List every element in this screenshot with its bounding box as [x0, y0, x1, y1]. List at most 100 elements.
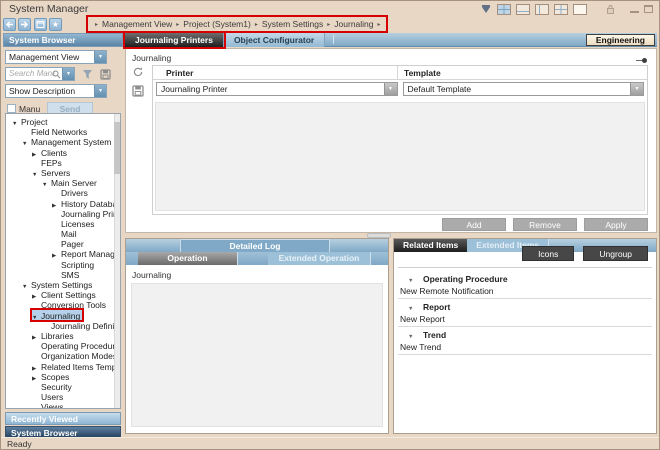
layout-single-icon[interactable]	[573, 4, 587, 15]
breadcrumb-item-project-system1-[interactable]: Project (System1)	[183, 19, 251, 29]
detailed-log-tabbar: Detailed Log	[126, 239, 388, 252]
breadcrumb-arrow-icon: ▸	[378, 21, 381, 28]
tree-item-organization-modes[interactable]: Organization Modes	[6, 350, 113, 360]
tree-item-main-server[interactable]: ▼Main Server	[6, 177, 113, 187]
tree-item-report-manager[interactable]: ▶Report Manager	[6, 248, 113, 258]
filter-icon[interactable]	[82, 69, 93, 80]
add-button[interactable]: Add	[442, 218, 506, 231]
back-button[interactable]	[3, 18, 16, 31]
layout-split-horizontal-icon[interactable]	[516, 4, 530, 15]
maximize-button[interactable]	[644, 5, 653, 13]
dock-icon[interactable]	[480, 4, 492, 15]
section-label: Journaling	[132, 53, 171, 63]
chevron-down-icon[interactable]: ▼	[62, 68, 74, 80]
template-select[interactable]: Default Template ▼	[403, 82, 645, 96]
history-button[interactable]	[34, 18, 47, 31]
tree-item-licenses[interactable]: Licenses	[6, 218, 113, 228]
printer-select[interactable]: Journaling Printer ▼	[156, 82, 398, 96]
tree-item-operating-procedures[interactable]: Operating Procedures	[6, 340, 113, 350]
layout-quad-icon[interactable]	[554, 4, 568, 15]
refresh-icon[interactable]	[132, 66, 144, 78]
scrollbar-thumb[interactable]	[114, 122, 120, 174]
minimize-button[interactable]	[630, 5, 639, 13]
related-item-new-report[interactable]: New Report	[398, 313, 652, 325]
tree-item-libraries[interactable]: ▶Libraries	[6, 330, 113, 340]
tab-extended-operation[interactable]: Extended Operation	[268, 252, 371, 265]
form-buttons: Add Remove Apply	[442, 218, 648, 231]
tree-item-scopes[interactable]: ▶Scopes	[6, 371, 113, 381]
chevron-down-icon: ▼	[630, 83, 643, 95]
description-select[interactable]: Show Description ▼	[5, 84, 107, 98]
related-group-trend[interactable]: ▼Trend	[398, 329, 652, 341]
collapse-icon[interactable]: ▼	[32, 170, 41, 180]
tree-item-security[interactable]: Security	[6, 381, 113, 391]
panel-side-toolbar	[132, 66, 148, 104]
divider	[398, 354, 652, 355]
system-manager-window: System Manager ★ ▸Management View▸Projec…	[0, 0, 660, 450]
tree-item-pager[interactable]: Pager	[6, 238, 113, 248]
forward-button[interactable]	[18, 18, 31, 31]
collapse-icon[interactable]: ▼	[22, 282, 31, 292]
tree-item-feps[interactable]: FEPs	[6, 157, 113, 167]
collapse-icon[interactable]: ▼	[12, 119, 21, 129]
tree-item-drivers[interactable]: Drivers	[6, 187, 113, 197]
tree-item-label: Views	[41, 402, 64, 409]
related-group-report[interactable]: ▼Report	[398, 301, 652, 313]
tree-item-journaling[interactable]: ▼Journaling	[6, 310, 113, 320]
status-text: Ready	[7, 439, 32, 449]
related-group-operating-procedure[interactable]: ▼Operating Procedure	[398, 273, 652, 285]
detailed-log-panel: Detailed Log Operation Extended Operation…	[125, 238, 389, 434]
favorites-button[interactable]: ★	[49, 18, 62, 31]
tree-item-related-items-templates[interactable]: ▶Related Items Templates	[6, 361, 113, 371]
tree-item-management-system[interactable]: ▼Management System	[6, 136, 113, 146]
manual-send-checkbox[interactable]	[7, 104, 16, 113]
log-empty-area	[131, 283, 383, 427]
tree-item-field-networks[interactable]: Field Networks	[6, 126, 113, 136]
tree-item-project[interactable]: ▼Project	[6, 116, 113, 126]
tree-item-system-settings[interactable]: ▼System Settings	[6, 279, 113, 289]
pin-icon[interactable]	[636, 57, 647, 63]
save-icon[interactable]	[132, 85, 144, 97]
tree-item-servers[interactable]: ▼Servers	[6, 167, 113, 177]
tree-item-mail[interactable]: Mail	[6, 228, 113, 238]
ungroup-button[interactable]: Ungroup	[583, 246, 648, 261]
collapse-icon[interactable]: ▼	[22, 139, 31, 149]
tree-item-journaling-printer[interactable]: Journaling Printer	[6, 208, 113, 218]
layout-split-vertical-icon[interactable]	[535, 4, 549, 15]
breadcrumb-item-journaling[interactable]: Journaling	[334, 19, 373, 29]
panel-bar-recently-viewed[interactable]: Recently Viewed	[5, 412, 121, 425]
tab-related-items[interactable]: Related Items	[394, 239, 467, 252]
breadcrumb-item-system-settings[interactable]: System Settings	[262, 19, 323, 29]
tree-item-journaling-definition1[interactable]: Journaling Definition1	[6, 320, 113, 330]
tree-item-conversion-tools[interactable]: Conversion Tools	[6, 299, 113, 309]
breadcrumb-arrow-icon: ▸	[95, 21, 98, 28]
icons-button[interactable]: Icons	[522, 246, 574, 261]
tree-item-scripting[interactable]: Scripting	[6, 259, 113, 269]
collapse-icon[interactable]: ▼	[42, 180, 51, 190]
main-area: Journaling PrintersObject Configurator E…	[125, 33, 657, 437]
related-items-buttons: Icons Ungroup	[522, 246, 648, 261]
splitter-handle[interactable]	[367, 233, 391, 238]
search-input[interactable]: Search Manageme ▼	[5, 67, 75, 81]
tab-object-configurator[interactable]: Object Configurator	[224, 33, 325, 47]
save-icon[interactable]	[100, 69, 111, 80]
apply-button[interactable]: Apply	[584, 218, 648, 231]
view-mode-select[interactable]: Management View ▼	[5, 50, 107, 64]
tab-journaling-printers[interactable]: Journaling Printers	[125, 33, 224, 47]
collapse-icon[interactable]: ▼	[32, 313, 41, 323]
chevron-down-icon: ▼	[94, 85, 106, 97]
tree-item-sms[interactable]: SMS	[6, 269, 113, 279]
related-item-new-remote-notification[interactable]: New Remote Notification	[398, 285, 652, 297]
layout-grid-icon[interactable]	[497, 4, 511, 15]
related-item-new-trend[interactable]: New Trend	[398, 341, 652, 353]
tree-item-history-database[interactable]: ▶History Database	[6, 198, 113, 208]
engineering-mode-button[interactable]: Engineering	[586, 34, 655, 46]
tree-item-views[interactable]: Views	[6, 401, 113, 409]
breadcrumb-item-management-view[interactable]: Management View	[102, 19, 172, 29]
manual-send-label: Manu	[19, 104, 41, 114]
tab-operation[interactable]: Operation	[138, 252, 238, 265]
tab-detailed-log[interactable]: Detailed Log	[180, 239, 330, 252]
tree-scrollbar[interactable]	[114, 114, 120, 408]
remove-button[interactable]: Remove	[513, 218, 577, 231]
tree-item-users[interactable]: Users	[6, 391, 113, 401]
